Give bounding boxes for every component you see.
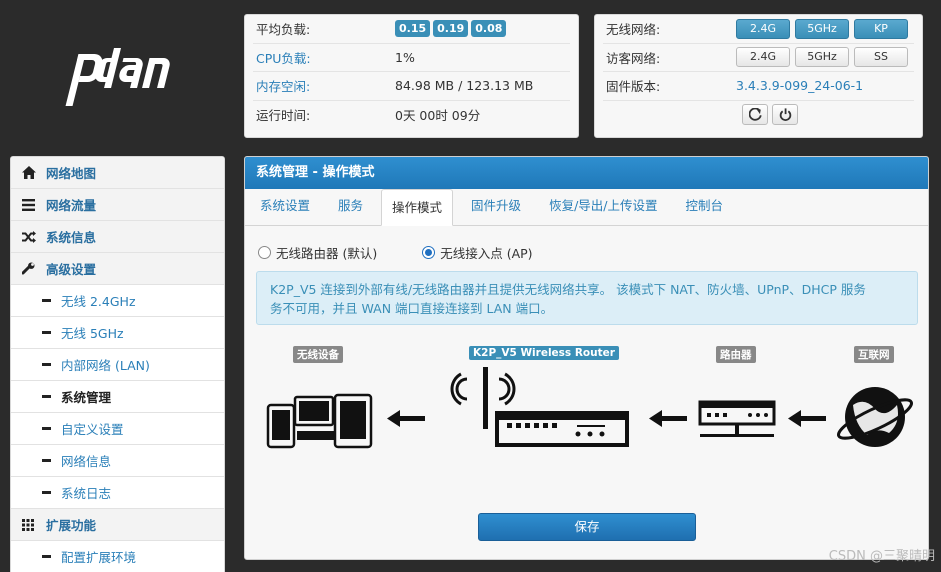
cpu-load-value: 1% [395, 49, 415, 65]
wifi-24g-button[interactable]: 2.4G [736, 18, 790, 39]
sidebar-item-network-map[interactable]: 网络地图 [11, 157, 224, 189]
sidebar-item-label: 无线 2.4GHz [61, 294, 136, 309]
operation-mode-panel: 系统管理 - 操作模式 系统设置 服务 操作模式 固件升级 恢复/导出/上传设置… [244, 156, 929, 560]
power-button[interactable] [772, 104, 798, 126]
refresh-icon [749, 108, 762, 121]
sidebar-item-label: 网络地图 [46, 166, 97, 181]
power-icon [779, 108, 792, 122]
avg-load-row: 平均负载: 0.15 0.19 0.08 [253, 15, 570, 44]
sidebar-item-label: 内部网络 (LAN) [61, 358, 150, 373]
sidebar-item-label: 网络流量 [46, 198, 97, 213]
sidebar-item-syslog[interactable]: 系统日志 [11, 477, 224, 509]
wrench-icon [22, 262, 38, 275]
uptime-row: 运行时间: 0天 00时 09分 [253, 101, 570, 130]
sidebar-item-advanced[interactable]: 高级设置 [11, 253, 224, 285]
guest-ss-button[interactable]: SS [854, 47, 908, 68]
firmware-label: 固件版本: [606, 79, 661, 95]
sidebar-item-network-info[interactable]: 网络信息 [11, 445, 224, 477]
sidebar-item-extensions[interactable]: 扩展功能 [11, 509, 224, 541]
sidebar-item-label: 系统管理 [61, 390, 112, 405]
devices-icon [266, 393, 373, 449]
load-badge-5: 0.19 [433, 20, 469, 38]
memory-free-value: 84.98 MB / 123.13 MB [395, 78, 534, 94]
list-icon [22, 198, 38, 211]
sidebar-item-label: 系统信息 [46, 230, 97, 245]
sidebar-item-label: 自定义设置 [61, 422, 124, 437]
guest-24g-button[interactable]: 2.4G [736, 47, 790, 68]
sidebar-item-system-info[interactable]: 系统信息 [11, 221, 224, 253]
cpu-row: CPU负载: 1% [253, 44, 570, 72]
uptime-value: 0天 00时 09分 [395, 108, 481, 124]
memory-free-link[interactable]: 内存空闲: [256, 76, 395, 95]
watermark: CSDN @三聚晴明 [828, 549, 935, 564]
sidebar-item-custom[interactable]: 自定义设置 [11, 413, 224, 445]
arrow-left-icon [788, 410, 826, 427]
system-status-panel: 平均负载: 0.15 0.19 0.08 CPU负载: 1% 内存空闲: 84.98… [244, 14, 579, 138]
wifi-5g-button[interactable]: 5GHz [795, 18, 849, 39]
memory-row: 内存空闲: 84.98 MB / 123.13 MB [253, 72, 570, 101]
padavan-logo [65, 48, 170, 106]
arrow-left-icon [387, 410, 425, 427]
avg-load-label: 平均负载: [256, 22, 311, 38]
sidebar-item-traffic[interactable]: 网络流量 [11, 189, 224, 221]
guest-5g-button[interactable]: 5GHz [795, 47, 849, 68]
wifi-label: 无线网络: [606, 22, 661, 38]
globe-icon [837, 387, 913, 447]
sidebar-item-label: 系统日志 [61, 486, 112, 501]
refresh-button[interactable] [742, 104, 768, 126]
sidebar-item-system-admin[interactable]: 系统管理 [11, 381, 224, 413]
wifi-row: 无线网络: 2.4G 5GHz KP [603, 15, 914, 44]
sidebar-item-label: 网络信息 [61, 454, 112, 469]
sidebar-item-wireless-5[interactable]: 无线 5GHz [11, 317, 224, 349]
arrow-left-icon [649, 410, 687, 427]
sidebar-item-label: 扩展功能 [46, 518, 97, 533]
network-diagram [266, 367, 913, 449]
shuffle-icon [22, 230, 38, 243]
wifi-kp-button[interactable]: KP [854, 18, 908, 39]
guest-row: 访客网络: 2.4G 5GHz SS [603, 44, 914, 72]
grid-icon [22, 518, 38, 531]
sidebar-item-label: 高级设置 [46, 262, 97, 277]
sidebar-item-lan[interactable]: 内部网络 (LAN) [11, 349, 224, 381]
uptime-label: 运行时间: [256, 108, 311, 124]
wireless-router-icon [450, 367, 629, 447]
wireless-status-panel: 无线网络: 2.4G 5GHz KP 访客网络: 2.4G 5GHz SS 固件版本: … [594, 14, 923, 138]
router-icon [698, 400, 776, 437]
load-badge-15: 0.08 [471, 20, 507, 38]
load-badge-1: 0.15 [395, 20, 431, 38]
actions-row [603, 101, 914, 130]
home-icon [22, 166, 38, 179]
guest-label: 访客网络: [606, 50, 661, 66]
save-button[interactable]: 保存 [478, 513, 696, 541]
sidebar: 网络地图 网络流量 系统信息 高级设置 无线 2.4GHz 无线 5GHz 内部… [10, 156, 225, 572]
sidebar-item-wireless-24[interactable]: 无线 2.4GHz [11, 285, 224, 317]
cpu-load-link[interactable]: CPU负载: [256, 48, 395, 67]
firmware-version-link[interactable]: 3.4.3.9-099_24-06-1 [736, 78, 863, 93]
sidebar-item-label: 无线 5GHz [61, 326, 124, 341]
sidebar-item-ext-env[interactable]: 配置扩展环境 [11, 541, 224, 572]
sidebar-item-label: 配置扩展环境 [61, 550, 137, 565]
firmware-row: 固件版本: 3.4.3.9-099_24-06-1 [603, 72, 914, 101]
